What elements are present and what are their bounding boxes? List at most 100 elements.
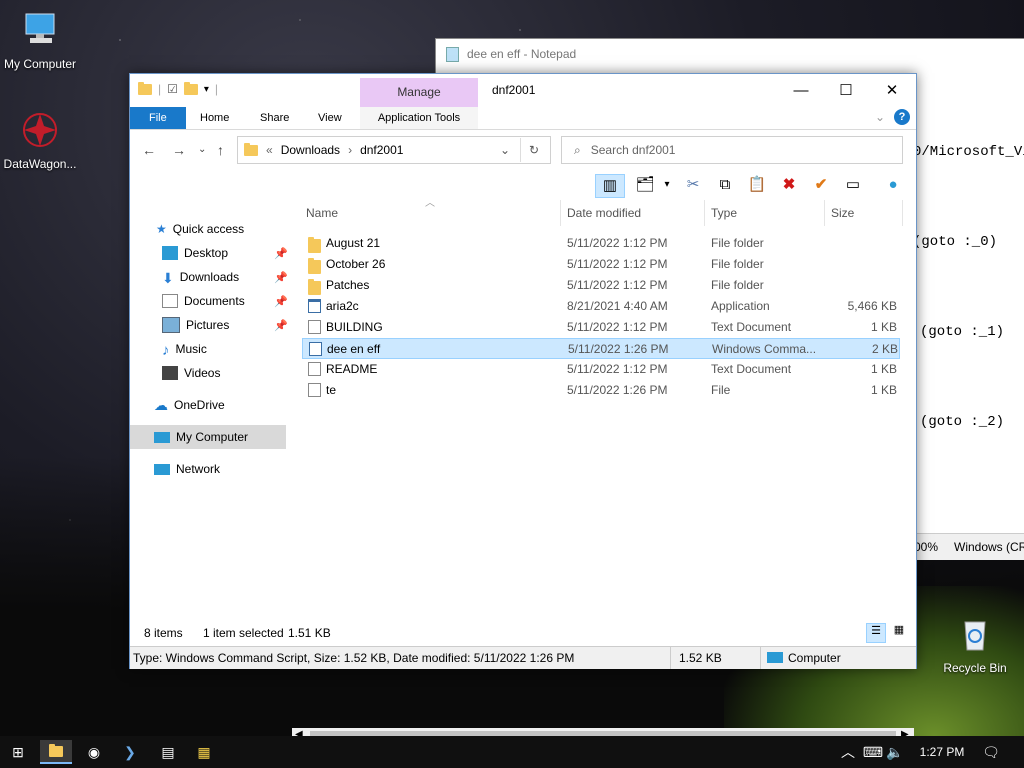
forward-arrow-icon[interactable]: → (172, 142, 186, 158)
column-header-type[interactable]: Type (711, 206, 737, 226)
document-icon (162, 294, 178, 308)
file-date: 5/11/2022 1:12 PM (567, 320, 668, 334)
file-date: 5/11/2022 1:12 PM (567, 278, 668, 292)
view-dropdown-icon[interactable]: ▾ (656, 174, 678, 196)
folder-icon (138, 81, 152, 95)
desktop-icon-recycle-bin[interactable]: Recycle Bin (935, 614, 1015, 675)
notepad-line: 0/Microsoft_Vi (913, 144, 1024, 160)
network-tray-icon[interactable]: ⌨ (862, 740, 884, 764)
notepad-zoom: 00% (914, 540, 939, 554)
folder-icon (308, 279, 321, 295)
details-bar: Type: Windows Command Script, Size: 1.52… (130, 646, 916, 669)
details-size: 1.52 KB (679, 651, 722, 665)
address-bar[interactable]: « Downloads › dnf2001 ⌄ ↻ (237, 136, 551, 164)
breadcrumb-dnf2001[interactable]: dnf2001 (360, 143, 403, 157)
recent-locations-icon[interactable]: ⌄ (198, 144, 206, 155)
table-row[interactable]: dee en eff 5/11/2022 1:26 PM Windows Comma… (302, 338, 900, 359)
search-box[interactable]: ⌕ Search dnf2001 (561, 136, 903, 164)
new-folder-icon[interactable] (183, 81, 198, 95)
volume-icon[interactable]: 🔈 (884, 740, 906, 764)
nav-item-network[interactable]: Network (154, 457, 312, 481)
help-icon[interactable]: ? (894, 109, 910, 125)
table-row[interactable]: README 5/11/2022 1:12 PM Text Document 1 KB (302, 359, 900, 380)
tab-file[interactable]: File (130, 107, 186, 129)
copy-icon[interactable]: ⧉ (714, 174, 736, 196)
nav-item-onedrive[interactable]: ☁ OneDrive (154, 393, 312, 417)
back-arrow-icon[interactable]: ← (142, 142, 156, 158)
manage-context-tab[interactable]: Manage (360, 78, 478, 107)
desktop-icon-my-computer[interactable]: My Computer (0, 10, 80, 71)
chrome-icon[interactable]: ◉ (78, 740, 110, 764)
checkmark-icon[interactable]: ✔ (810, 174, 832, 196)
table-row[interactable]: aria2c 8/21/2021 4:40 AM Application 5,466 … (302, 296, 900, 317)
notes-icon[interactable]: ▦ (188, 740, 220, 764)
tab-view[interactable]: View (305, 107, 355, 129)
nav-item-downloads[interactable]: ⬇ Downloads 📌 (162, 265, 320, 289)
file-size: 1 KB (870, 362, 897, 376)
powershell-icon[interactable]: ❯ (114, 740, 146, 764)
properties-icon[interactable]: ☑ (167, 82, 178, 96)
cut-icon[interactable]: ✂ (682, 174, 704, 196)
expand-ribbon-icon[interactable]: ⌄ (875, 110, 885, 124)
delete-icon[interactable]: ✖ (778, 174, 800, 196)
nav-item-desktop[interactable]: Desktop 📌 (162, 241, 320, 265)
table-row[interactable]: October 26 5/11/2022 1:12 PM File folder (302, 254, 900, 275)
globe-icon[interactable]: ● (882, 174, 904, 196)
table-row[interactable]: te 5/11/2022 1:26 PM File 1 KB (302, 380, 900, 401)
document-icon (308, 383, 321, 397)
paste-icon[interactable]: 📋 (746, 174, 768, 196)
table-row[interactable]: Patches 5/11/2022 1:12 PM File folder (302, 275, 900, 296)
music-note-icon: ♪ (162, 342, 170, 359)
details-view-icon[interactable]: ☰ (866, 623, 886, 643)
nav-item-my-computer[interactable]: My Computer (130, 425, 286, 449)
file-size: 2 KB (871, 342, 898, 356)
column-header-date[interactable]: Date modified (567, 206, 641, 226)
document-icon (308, 362, 321, 376)
preview-pane-icon[interactable]: ▥ (595, 174, 625, 198)
file-type: File folder (711, 236, 764, 250)
nav-item-documents[interactable]: Documents 📌 (162, 289, 320, 313)
ribbon-tabs: File Home Share View Application Tools ⌄… (130, 107, 916, 130)
notepad-taskbar-icon[interactable]: ▤ (152, 740, 184, 764)
address-dropdown-icon[interactable]: ⌄ (500, 143, 510, 157)
view-options-icon[interactable]: 🗂 (634, 174, 656, 196)
search-placeholder: Search dnf2001 (590, 143, 676, 157)
nav-item-videos[interactable]: Videos (162, 361, 320, 385)
folder-icon (308, 258, 321, 274)
up-arrow-icon[interactable]: ↑ (217, 142, 224, 158)
tab-application-tools[interactable]: Application Tools (360, 107, 478, 129)
chevron-down-icon[interactable]: ▾ (204, 84, 209, 95)
table-row[interactable]: BUILDING 5/11/2022 1:12 PM Text Document 1 … (302, 317, 900, 338)
file-type: Application (711, 299, 770, 313)
start-windows-icon[interactable]: ⊞ (2, 740, 34, 764)
notepad-titlebar[interactable]: dee en eff - Notepad (436, 39, 1024, 69)
minimize-button[interactable]: — (778, 74, 824, 107)
tab-share[interactable]: Share (247, 107, 302, 129)
column-header-name[interactable]: Name (306, 206, 338, 226)
tab-home[interactable]: Home (187, 107, 242, 129)
table-row[interactable]: August 21 5/11/2022 1:12 PM File folder (302, 233, 900, 254)
refresh-icon[interactable]: ↻ (529, 143, 539, 157)
nav-item-music[interactable]: ♪ Music (162, 337, 320, 361)
explorer-titlebar[interactable]: | ☑ ▾ | Manage dnf2001 — ☐ ✕ (130, 74, 916, 107)
file-name: Patches (326, 278, 370, 292)
file-explorer-taskbar-icon[interactable] (40, 740, 72, 764)
nav-item-pictures[interactable]: Pictures 📌 (162, 313, 320, 337)
pictures-icon (162, 317, 180, 333)
action-center-icon[interactable]: 🗨 (978, 740, 1004, 764)
chevron-up-icon[interactable]: ︿ (838, 740, 858, 764)
clock[interactable]: 1:27 PM (912, 740, 972, 764)
file-type: Text Document (711, 320, 792, 334)
file-date: 5/11/2022 1:12 PM (567, 236, 668, 250)
breadcrumb-separator-icon[interactable]: › (348, 143, 352, 157)
breadcrumb-downloads[interactable]: Downloads (281, 143, 340, 157)
explorer-window[interactable]: | ☑ ▾ | Manage dnf2001 — ☐ ✕ File Home S… (129, 73, 917, 744)
close-button[interactable]: ✕ (869, 74, 915, 107)
maximize-button[interactable]: ☐ (823, 74, 869, 107)
column-header-size[interactable]: Size (831, 206, 854, 226)
breadcrumb-overflow[interactable]: « (266, 143, 273, 157)
rename-icon[interactable]: ▭ (842, 174, 864, 196)
nav-item-quick-access[interactable]: ★ Quick access (156, 217, 314, 241)
large-icons-view-icon[interactable]: ▦ (890, 623, 908, 641)
desktop-icon-datawagon[interactable]: DataWagon... (0, 110, 80, 171)
